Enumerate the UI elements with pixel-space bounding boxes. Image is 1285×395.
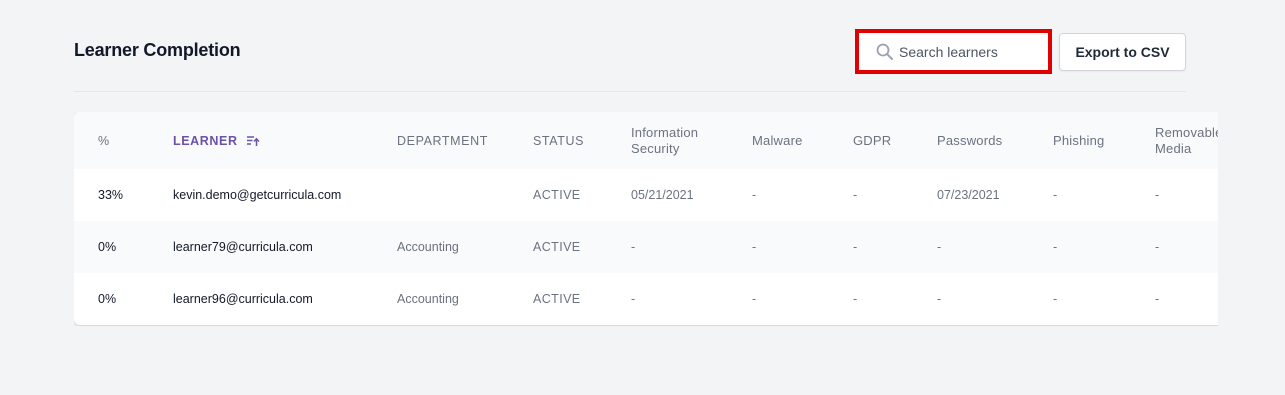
column-header-percent[interactable]: %: [98, 112, 110, 169]
cell-gdpr: -: [853, 188, 858, 202]
cell-removable-media: -: [1155, 188, 1160, 202]
search-input[interactable]: [899, 41, 1039, 63]
cell-department: Accounting: [397, 292, 459, 306]
cell-passwords: 07/23/2021: [937, 188, 1000, 202]
cell-phishing: -: [1053, 292, 1058, 306]
column-header-gdpr[interactable]: GDPR: [853, 112, 891, 169]
column-header-learner[interactable]: LEARNER: [173, 112, 260, 169]
cell-phishing: -: [1053, 188, 1058, 202]
table-row[interactable]: 33% kevin.demo@getcurricula.com ACTIVE 0…: [74, 169, 1218, 221]
cell-malware: -: [752, 240, 757, 254]
cell-gdpr: -: [853, 292, 858, 306]
table-row[interactable]: 0% learner79@curricula.com Accounting AC…: [74, 221, 1218, 273]
cell-removable-media: -: [1155, 292, 1160, 306]
cell-percent: 33%: [98, 188, 124, 202]
cell-status: ACTIVE: [533, 188, 581, 202]
cell-malware: -: [752, 188, 757, 202]
column-header-department[interactable]: DEPARTMENT: [397, 112, 488, 169]
cell-passwords: -: [937, 240, 942, 254]
table-header: % LEARNER DEPARTMENT STATUS Information …: [74, 112, 1218, 169]
header-divider: [74, 91, 1186, 92]
cell-learner: kevin.demo@getcurricula.com: [173, 188, 342, 202]
cell-percent: 0%: [98, 240, 117, 254]
cell-learner: learner96@curricula.com: [173, 292, 313, 306]
cell-learner: learner79@curricula.com: [173, 240, 313, 254]
cell-status: ACTIVE: [533, 292, 581, 306]
learner-table-scroll[interactable]: % LEARNER DEPARTMENT STATUS Information …: [74, 112, 1218, 326]
cell-information-security: -: [631, 240, 636, 254]
cell-phishing: -: [1053, 240, 1058, 254]
column-header-information-security[interactable]: Information Security: [631, 112, 726, 169]
cell-department: Accounting: [397, 240, 459, 254]
cell-information-security: 05/21/2021: [631, 188, 694, 202]
learner-completion-page: Learner Completion Export to CSV % LEARN…: [0, 0, 1285, 395]
column-header-removable-media[interactable]: Removable Media: [1155, 112, 1218, 169]
column-header-phishing[interactable]: Phishing: [1053, 112, 1104, 169]
cell-malware: -: [752, 292, 757, 306]
search-icon: [876, 43, 893, 60]
column-header-malware[interactable]: Malware: [752, 112, 803, 169]
cell-gdpr: -: [853, 240, 858, 254]
search-box[interactable]: [855, 29, 1052, 74]
cell-passwords: -: [937, 292, 942, 306]
page-title: Learner Completion: [74, 40, 241, 60]
sort-ascending-icon[interactable]: [246, 135, 260, 147]
cell-information-security: -: [631, 292, 636, 306]
column-header-learner-label: LEARNER: [173, 133, 238, 148]
cell-status: ACTIVE: [533, 240, 581, 254]
table-row[interactable]: 0% learner96@curricula.com Accounting AC…: [74, 273, 1218, 325]
cell-percent: 0%: [98, 292, 117, 306]
column-header-status[interactable]: STATUS: [533, 112, 584, 169]
export-csv-button[interactable]: Export to CSV: [1059, 33, 1186, 71]
column-header-passwords[interactable]: Passwords: [937, 112, 1002, 169]
learner-table: % LEARNER DEPARTMENT STATUS Information …: [74, 112, 1218, 325]
cell-removable-media: -: [1155, 240, 1160, 254]
